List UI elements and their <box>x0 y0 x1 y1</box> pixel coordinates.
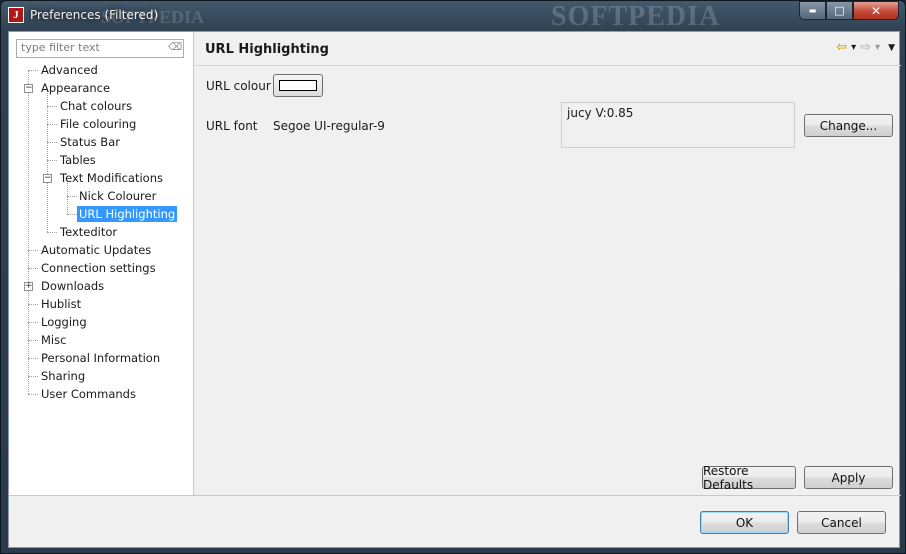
back-arrow-icon[interactable]: ⇦ <box>836 40 847 56</box>
url-colour-swatch <box>279 80 317 91</box>
tree-item-hublist[interactable]: Hublist <box>39 296 83 312</box>
tree-guide <box>47 106 57 107</box>
history-nav: ⇦ ▾ ⇨ ▾ ▼ <box>836 40 895 56</box>
ok-button[interactable]: OK <box>700 511 789 534</box>
maximize-icon: □ <box>834 4 845 17</box>
url-font-label: URL font <box>206 119 258 133</box>
expand-downloads-toggle[interactable]: + <box>24 282 33 291</box>
tree-item-file-colouring[interactable]: File colouring <box>58 116 138 132</box>
tree-item-appearance[interactable]: Appearance <box>39 80 112 96</box>
tree-item-logging[interactable]: Logging <box>39 314 89 330</box>
tree-item-connection-settings[interactable]: Connection settings <box>39 260 158 276</box>
app-icon: J <box>8 7 24 23</box>
minimize-button[interactable]: ▬ <box>799 1 826 20</box>
close-icon: ✕ <box>870 3 882 18</box>
minimize-icon: ▬ <box>808 6 817 15</box>
tree-item-sharing[interactable]: Sharing <box>39 368 87 384</box>
forward-dropdown-icon[interactable]: ▾ <box>875 40 880 56</box>
forward-arrow-icon[interactable]: ⇨ <box>860 40 871 56</box>
close-button[interactable]: ✕ <box>853 1 899 20</box>
tree-item-misc[interactable]: Misc <box>39 332 68 348</box>
title-bar[interactable]: J Preferences (Filtered) SOFTPEDIA SOFTP… <box>1 1 905 32</box>
header-divider <box>195 65 901 66</box>
tree-guide <box>47 160 57 161</box>
url-colour-button[interactable] <box>273 74 323 97</box>
change-font-button[interactable]: Change... <box>804 114 893 137</box>
clear-filter-icon[interactable]: ⌫ <box>168 42 182 54</box>
watermark-small: SOFTPEDIA <box>101 7 205 27</box>
tree-guide <box>47 232 57 233</box>
url-font-value: Segoe UI-regular-9 <box>273 119 385 133</box>
page-title: URL Highlighting <box>205 42 329 57</box>
view-menu-icon[interactable]: ▼ <box>888 40 895 56</box>
preference-tree-panel: type filter text ⌫ − − + Advanced Appear… <box>9 32 194 495</box>
collapse-appearance-toggle[interactable]: − <box>24 84 33 93</box>
tree-guide <box>47 142 57 143</box>
tree-guide <box>28 70 38 71</box>
font-preview: jucy V:0.85 <box>561 102 795 148</box>
tree-guide <box>28 394 38 395</box>
preference-page: URL Highlighting ⇦ ▾ ⇨ ▾ ▼ URL colour UR… <box>195 32 901 495</box>
url-colour-label: URL colour <box>206 79 271 93</box>
tree-guide <box>47 124 57 125</box>
footer-divider <box>9 495 901 496</box>
preferences-window: J Preferences (Filtered) SOFTPEDIA SOFTP… <box>0 0 906 554</box>
maximize-button[interactable]: □ <box>826 1 853 20</box>
tree-guide <box>67 214 77 215</box>
dialog-client-area: type filter text ⌫ − − + Advanced Appear… <box>8 31 901 548</box>
tree-item-personal-information[interactable]: Personal Information <box>39 350 162 366</box>
tree-item-nick-colourer[interactable]: Nick Colourer <box>77 188 158 204</box>
apply-button[interactable]: Apply <box>804 466 893 489</box>
tree-guide <box>47 90 48 232</box>
tree-item-user-commands[interactable]: User Commands <box>39 386 138 402</box>
back-dropdown-icon[interactable]: ▾ <box>851 40 856 56</box>
tree-item-text-modifications[interactable]: Text Modifications <box>58 170 165 186</box>
tree-guide <box>28 376 38 377</box>
tree-item-tables[interactable]: Tables <box>58 152 98 168</box>
tree-item-chat-colours[interactable]: Chat colours <box>58 98 134 114</box>
tree-guide <box>28 340 38 341</box>
tree-item-texteditor[interactable]: Texteditor <box>58 224 119 240</box>
tree-guide <box>28 70 29 394</box>
filter-placeholder: type filter text <box>21 41 100 54</box>
caption-buttons: ▬ □ ✕ <box>799 1 899 20</box>
collapse-text-modifications-toggle[interactable]: − <box>43 174 52 183</box>
tree-item-advanced[interactable]: Advanced <box>39 62 100 78</box>
tree-guide <box>28 250 38 251</box>
watermark: SOFTPEDIA <box>551 1 721 32</box>
tree-guide <box>67 196 77 197</box>
tree-item-status-bar[interactable]: Status Bar <box>58 134 122 150</box>
filter-input[interactable]: type filter text ⌫ <box>16 39 184 58</box>
tree-guide <box>28 268 38 269</box>
tree-item-url-highlighting[interactable]: URL Highlighting <box>77 206 178 222</box>
tree-guide <box>28 358 38 359</box>
font-preview-text: jucy V:0.85 <box>567 106 634 120</box>
tree-item-downloads[interactable]: Downloads <box>39 278 106 294</box>
tree-guide <box>28 322 38 323</box>
tree-guide <box>28 304 38 305</box>
restore-defaults-button[interactable]: Restore Defaults <box>702 464 796 492</box>
cancel-button[interactable]: Cancel <box>797 511 886 534</box>
tree-item-automatic-updates[interactable]: Automatic Updates <box>39 242 153 258</box>
